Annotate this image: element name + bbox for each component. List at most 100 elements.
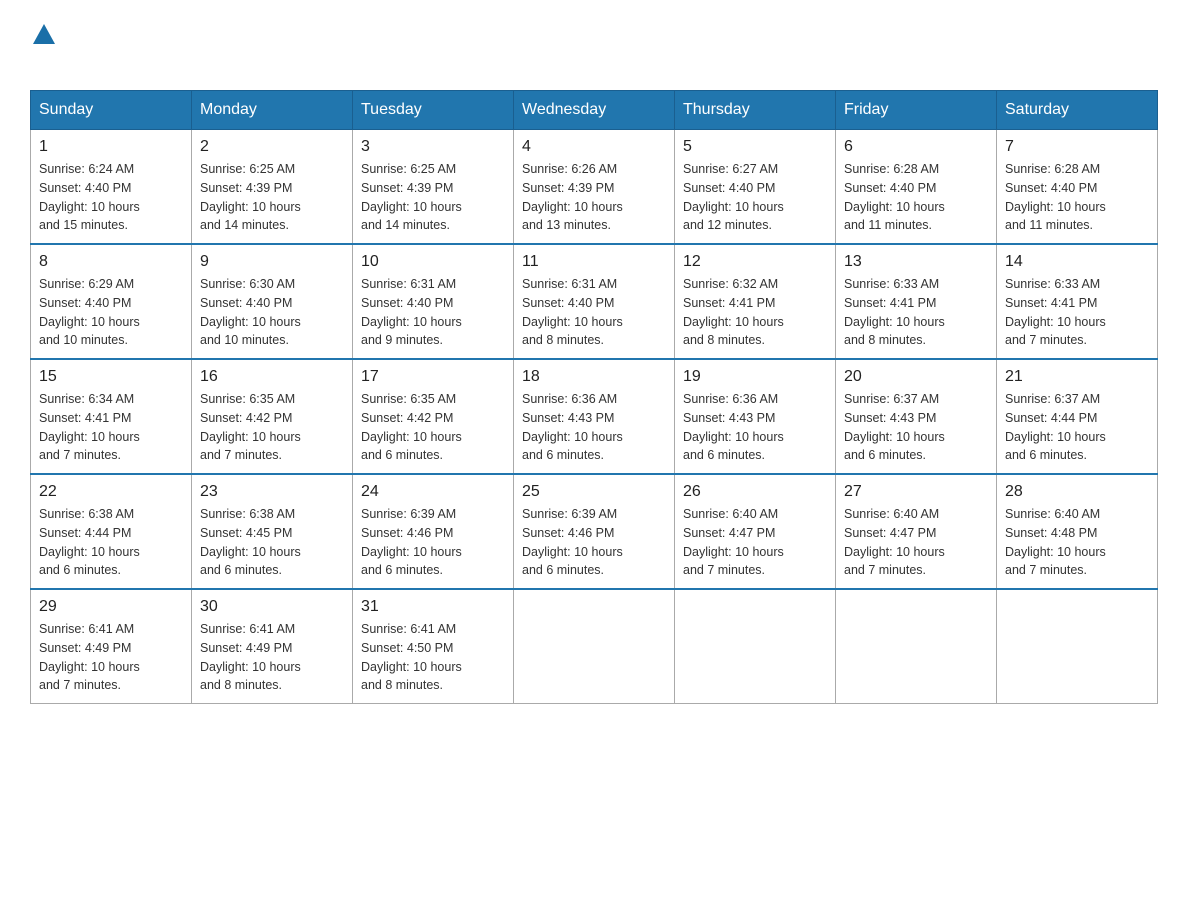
calendar-cell: 22 Sunrise: 6:38 AM Sunset: 4:44 PM Dayl… xyxy=(31,474,192,589)
calendar-cell: 18 Sunrise: 6:36 AM Sunset: 4:43 PM Dayl… xyxy=(514,359,675,474)
day-number: 27 xyxy=(844,483,988,501)
day-info: Sunrise: 6:37 AM Sunset: 4:43 PM Dayligh… xyxy=(844,390,988,465)
day-number: 10 xyxy=(361,253,505,271)
calendar-week-row: 1 Sunrise: 6:24 AM Sunset: 4:40 PM Dayli… xyxy=(31,130,1158,245)
calendar-cell: 19 Sunrise: 6:36 AM Sunset: 4:43 PM Dayl… xyxy=(675,359,836,474)
day-info: Sunrise: 6:25 AM Sunset: 4:39 PM Dayligh… xyxy=(361,160,505,235)
calendar-cell: 17 Sunrise: 6:35 AM Sunset: 4:42 PM Dayl… xyxy=(353,359,514,474)
day-info: Sunrise: 6:37 AM Sunset: 4:44 PM Dayligh… xyxy=(1005,390,1149,465)
day-number: 4 xyxy=(522,138,666,156)
day-info: Sunrise: 6:38 AM Sunset: 4:45 PM Dayligh… xyxy=(200,505,344,580)
calendar-cell: 10 Sunrise: 6:31 AM Sunset: 4:40 PM Dayl… xyxy=(353,244,514,359)
day-number: 7 xyxy=(1005,138,1149,156)
calendar-cell xyxy=(836,589,997,704)
day-info: Sunrise: 6:41 AM Sunset: 4:50 PM Dayligh… xyxy=(361,620,505,695)
day-info: Sunrise: 6:40 AM Sunset: 4:47 PM Dayligh… xyxy=(683,505,827,580)
day-number: 3 xyxy=(361,138,505,156)
day-number: 25 xyxy=(522,483,666,501)
calendar-cell: 27 Sunrise: 6:40 AM Sunset: 4:47 PM Dayl… xyxy=(836,474,997,589)
calendar-cell: 21 Sunrise: 6:37 AM Sunset: 4:44 PM Dayl… xyxy=(997,359,1158,474)
calendar-cell: 2 Sunrise: 6:25 AM Sunset: 4:39 PM Dayli… xyxy=(192,130,353,245)
day-info: Sunrise: 6:26 AM Sunset: 4:39 PM Dayligh… xyxy=(522,160,666,235)
col-header-wednesday: Wednesday xyxy=(514,91,675,130)
col-header-sunday: Sunday xyxy=(31,91,192,130)
day-number: 24 xyxy=(361,483,505,501)
calendar-week-row: 29 Sunrise: 6:41 AM Sunset: 4:49 PM Dayl… xyxy=(31,589,1158,704)
col-header-monday: Monday xyxy=(192,91,353,130)
day-info: Sunrise: 6:41 AM Sunset: 4:49 PM Dayligh… xyxy=(200,620,344,695)
calendar-cell: 31 Sunrise: 6:41 AM Sunset: 4:50 PM Dayl… xyxy=(353,589,514,704)
calendar-cell: 6 Sunrise: 6:28 AM Sunset: 4:40 PM Dayli… xyxy=(836,130,997,245)
day-number: 22 xyxy=(39,483,183,501)
calendar-cell: 7 Sunrise: 6:28 AM Sunset: 4:40 PM Dayli… xyxy=(997,130,1158,245)
day-info: Sunrise: 6:39 AM Sunset: 4:46 PM Dayligh… xyxy=(361,505,505,580)
calendar-cell xyxy=(997,589,1158,704)
day-info: Sunrise: 6:30 AM Sunset: 4:40 PM Dayligh… xyxy=(200,275,344,350)
calendar-week-row: 15 Sunrise: 6:34 AM Sunset: 4:41 PM Dayl… xyxy=(31,359,1158,474)
day-number: 26 xyxy=(683,483,827,501)
day-info: Sunrise: 6:28 AM Sunset: 4:40 PM Dayligh… xyxy=(844,160,988,235)
calendar-cell: 14 Sunrise: 6:33 AM Sunset: 4:41 PM Dayl… xyxy=(997,244,1158,359)
calendar-week-row: 8 Sunrise: 6:29 AM Sunset: 4:40 PM Dayli… xyxy=(31,244,1158,359)
day-number: 31 xyxy=(361,598,505,616)
day-info: Sunrise: 6:35 AM Sunset: 4:42 PM Dayligh… xyxy=(361,390,505,465)
day-info: Sunrise: 6:29 AM Sunset: 4:40 PM Dayligh… xyxy=(39,275,183,350)
day-number: 30 xyxy=(200,598,344,616)
day-number: 23 xyxy=(200,483,344,501)
day-number: 17 xyxy=(361,368,505,386)
day-info: Sunrise: 6:41 AM Sunset: 4:49 PM Dayligh… xyxy=(39,620,183,695)
day-info: Sunrise: 6:36 AM Sunset: 4:43 PM Dayligh… xyxy=(683,390,827,465)
calendar-cell: 30 Sunrise: 6:41 AM Sunset: 4:49 PM Dayl… xyxy=(192,589,353,704)
calendar-cell: 29 Sunrise: 6:41 AM Sunset: 4:49 PM Dayl… xyxy=(31,589,192,704)
day-number: 28 xyxy=(1005,483,1149,501)
day-info: Sunrise: 6:25 AM Sunset: 4:39 PM Dayligh… xyxy=(200,160,344,235)
day-info: Sunrise: 6:28 AM Sunset: 4:40 PM Dayligh… xyxy=(1005,160,1149,235)
calendar-cell: 15 Sunrise: 6:34 AM Sunset: 4:41 PM Dayl… xyxy=(31,359,192,474)
col-header-tuesday: Tuesday xyxy=(353,91,514,130)
calendar-cell: 3 Sunrise: 6:25 AM Sunset: 4:39 PM Dayli… xyxy=(353,130,514,245)
calendar-cell: 11 Sunrise: 6:31 AM Sunset: 4:40 PM Dayl… xyxy=(514,244,675,359)
calendar-table: SundayMondayTuesdayWednesdayThursdayFrid… xyxy=(30,90,1158,704)
logo xyxy=(30,20,55,70)
calendar-cell: 12 Sunrise: 6:32 AM Sunset: 4:41 PM Dayl… xyxy=(675,244,836,359)
calendar-cell: 1 Sunrise: 6:24 AM Sunset: 4:40 PM Dayli… xyxy=(31,130,192,245)
day-number: 6 xyxy=(844,138,988,156)
day-info: Sunrise: 6:36 AM Sunset: 4:43 PM Dayligh… xyxy=(522,390,666,465)
calendar-week-row: 22 Sunrise: 6:38 AM Sunset: 4:44 PM Dayl… xyxy=(31,474,1158,589)
calendar-cell xyxy=(514,589,675,704)
calendar-cell: 9 Sunrise: 6:30 AM Sunset: 4:40 PM Dayli… xyxy=(192,244,353,359)
day-number: 21 xyxy=(1005,368,1149,386)
day-info: Sunrise: 6:24 AM Sunset: 4:40 PM Dayligh… xyxy=(39,160,183,235)
calendar-cell: 5 Sunrise: 6:27 AM Sunset: 4:40 PM Dayli… xyxy=(675,130,836,245)
calendar-cell: 16 Sunrise: 6:35 AM Sunset: 4:42 PM Dayl… xyxy=(192,359,353,474)
calendar-header-row: SundayMondayTuesdayWednesdayThursdayFrid… xyxy=(31,91,1158,130)
day-info: Sunrise: 6:32 AM Sunset: 4:41 PM Dayligh… xyxy=(683,275,827,350)
calendar-cell: 25 Sunrise: 6:39 AM Sunset: 4:46 PM Dayl… xyxy=(514,474,675,589)
calendar-cell: 24 Sunrise: 6:39 AM Sunset: 4:46 PM Dayl… xyxy=(353,474,514,589)
calendar-cell: 26 Sunrise: 6:40 AM Sunset: 4:47 PM Dayl… xyxy=(675,474,836,589)
col-header-saturday: Saturday xyxy=(997,91,1158,130)
day-number: 11 xyxy=(522,253,666,271)
day-info: Sunrise: 6:33 AM Sunset: 4:41 PM Dayligh… xyxy=(1005,275,1149,350)
day-info: Sunrise: 6:40 AM Sunset: 4:48 PM Dayligh… xyxy=(1005,505,1149,580)
col-header-friday: Friday xyxy=(836,91,997,130)
day-number: 18 xyxy=(522,368,666,386)
page-header xyxy=(30,20,1158,70)
day-info: Sunrise: 6:33 AM Sunset: 4:41 PM Dayligh… xyxy=(844,275,988,350)
day-number: 14 xyxy=(1005,253,1149,271)
day-number: 12 xyxy=(683,253,827,271)
calendar-cell: 20 Sunrise: 6:37 AM Sunset: 4:43 PM Dayl… xyxy=(836,359,997,474)
day-info: Sunrise: 6:35 AM Sunset: 4:42 PM Dayligh… xyxy=(200,390,344,465)
day-number: 2 xyxy=(200,138,344,156)
day-info: Sunrise: 6:39 AM Sunset: 4:46 PM Dayligh… xyxy=(522,505,666,580)
day-info: Sunrise: 6:27 AM Sunset: 4:40 PM Dayligh… xyxy=(683,160,827,235)
day-number: 20 xyxy=(844,368,988,386)
calendar-cell xyxy=(675,589,836,704)
day-info: Sunrise: 6:40 AM Sunset: 4:47 PM Dayligh… xyxy=(844,505,988,580)
calendar-cell: 28 Sunrise: 6:40 AM Sunset: 4:48 PM Dayl… xyxy=(997,474,1158,589)
col-header-thursday: Thursday xyxy=(675,91,836,130)
logo-triangle-icon xyxy=(33,22,55,44)
day-number: 13 xyxy=(844,253,988,271)
day-info: Sunrise: 6:34 AM Sunset: 4:41 PM Dayligh… xyxy=(39,390,183,465)
day-number: 8 xyxy=(39,253,183,271)
